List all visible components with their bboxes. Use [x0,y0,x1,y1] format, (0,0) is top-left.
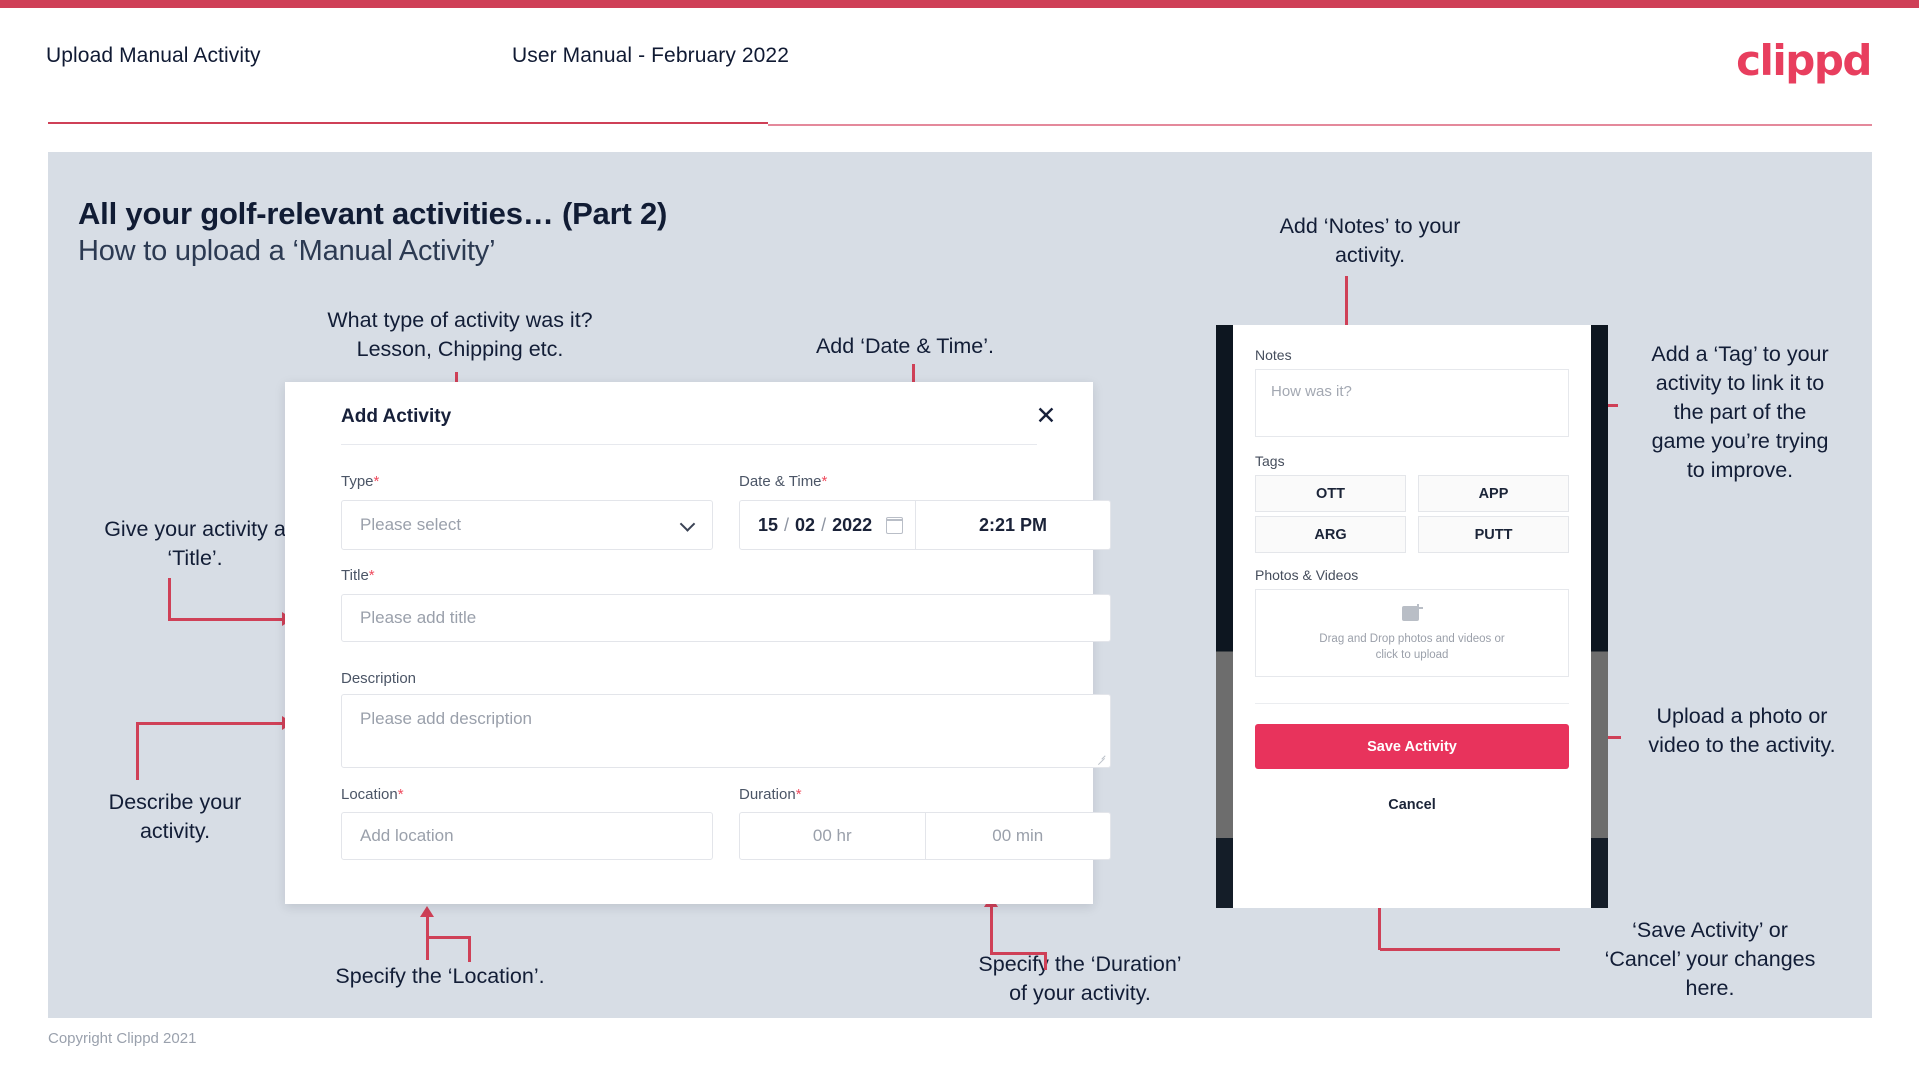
description-label-text: Description [341,670,417,687]
datetime-label-text: Date & Time [739,473,822,490]
calendar-icon[interactable] [885,516,904,534]
tags-label: Tags [1255,453,1285,469]
datetime-field[interactable]: 15 / 02 / 2022 2:21 PM [739,500,1111,550]
tag-app[interactable]: APP [1418,475,1569,512]
duration-minutes-input[interactable]: 00 min [924,813,1111,859]
phone-frame-left [1216,325,1233,908]
close-icon[interactable]: ✕ [1029,398,1063,432]
title-required-mark: * [368,567,375,584]
annotation-save: ‘Save Activity’ or ‘Cancel’ your changes… [1604,918,1816,1000]
duration-field[interactable]: 00 hr 00 min [739,812,1111,860]
media-dropzone[interactable]: Drag and Drop photos and videos or click… [1255,589,1569,677]
type-label-text: Type [341,473,374,490]
duration-label: Duration* [739,786,802,803]
media-label: Photos & Videos [1255,567,1359,583]
connector-desc-v [136,722,139,780]
notes-label: Notes [1255,347,1292,363]
annotation-upload: Upload a photo or video to the activity. [1648,704,1836,757]
annotation-datetime: Add ‘Date & Time’. [815,334,995,358]
connector-dur-v [990,906,993,954]
phone-screen: Notes How was it? Tags OTT APP ARG PUTT … [1233,325,1591,908]
date-year: 2022 [832,514,873,535]
title-label: Title* [341,567,375,584]
type-label: Type* [341,473,379,490]
location-required-mark: * [397,786,404,803]
tag-putt[interactable]: PUTT [1418,516,1569,553]
connector-title-v [168,578,171,620]
page-title: Upload Manual Activity [46,44,261,67]
title-input[interactable]: Please add title [341,594,1111,642]
location-label-text: Location [341,786,398,803]
connector-loc-h [426,936,470,939]
type-select[interactable]: Please select [341,500,713,550]
annotation-type: What type of activity was it? Lesson, Ch… [327,308,593,361]
page-subtitle: User Manual - February 2022 [512,44,789,67]
phone-mockup: Notes How was it? Tags OTT APP ARG PUTT … [1216,325,1608,908]
datetime-label: Date & Time* [739,473,827,490]
notes-input[interactable]: How was it? [1255,369,1569,437]
slide-title: All your golf-relevant activities… (Part… [78,196,668,231]
dialog-divider [341,444,1037,445]
add-activity-dialog: Add Activity ✕ Type* Please select Date … [285,382,1111,904]
add-image-icon [1401,603,1423,622]
save-activity-button[interactable]: Save Activity [1255,724,1569,769]
connector-dur-v2 [1044,952,1047,970]
header-rule-left [48,122,768,124]
type-placeholder: Please select [360,515,462,534]
date-sep-2: / [821,514,827,535]
duration-required-mark: * [795,786,802,803]
clippd-logo: clippd [1736,36,1872,85]
location-label: Location* [341,786,404,803]
time-input[interactable]: 2:21 PM [916,501,1110,549]
annotation-tags: Add a ‘Tag’ to your activity to link it … [1651,342,1829,482]
date-sep-1: / [784,514,790,535]
connector-dur-h [990,952,1046,955]
type-required-mark: * [373,473,380,490]
annotation-notes: Add ‘Notes’ to your activity. [1279,214,1461,267]
location-placeholder: Add location [360,826,454,845]
dropzone-text: Drag and Drop photos and videos or click… [1319,631,1504,663]
annotation-description: Describe your activity. [108,790,242,843]
date-input[interactable]: 15 / 02 / 2022 [740,501,916,549]
date-month: 02 [795,514,816,535]
header-rule-right [768,124,1872,126]
annotation-duration: Specify the ‘Duration’ of your activity. [978,952,1182,1005]
phone-divider [1255,703,1569,704]
connector-title-h [168,618,284,621]
phone-frame-right [1591,325,1608,908]
description-label: Description [341,670,416,687]
footer-copyright: Copyright Clippd 2021 [48,1030,197,1047]
notes-placeholder: How was it? [1271,383,1352,400]
title-placeholder: Please add title [360,608,477,627]
duration-label-text: Duration [739,786,796,803]
duration-hours-input[interactable]: 00 hr [740,813,925,859]
chevron-down-icon [681,519,694,532]
connector-desc-h [136,722,284,725]
description-placeholder: Please add description [360,709,533,728]
connector-loc-v2 [468,936,471,962]
location-input[interactable]: Add location [341,812,713,860]
resize-grip-icon[interactable] [1096,754,1106,764]
dialog-header: Add Activity ✕ [285,382,1093,444]
connector-save-h [1380,948,1560,951]
dropzone-line-1: Drag and Drop photos and videos or [1319,632,1505,645]
connector-loc-arrow [420,906,434,917]
annotation-location: Specify the ‘Location’. [335,964,545,988]
cancel-button[interactable]: Cancel [1255,785,1569,825]
slide-page: Upload Manual Activity User Manual - Feb… [0,0,1919,1079]
description-textarea[interactable]: Please add description [341,694,1111,768]
slide-subtitle: How to upload a ‘Manual Activity’ [78,235,496,267]
top-accent-bar [0,0,1919,8]
dialog-title: Add Activity [341,406,452,427]
tag-ott[interactable]: OTT [1255,475,1406,512]
title-label-text: Title [341,567,369,584]
datetime-required-mark: * [821,473,828,490]
date-day: 15 [758,514,779,535]
tag-arg[interactable]: ARG [1255,516,1406,553]
dropzone-line-2: click to upload [1375,648,1449,661]
